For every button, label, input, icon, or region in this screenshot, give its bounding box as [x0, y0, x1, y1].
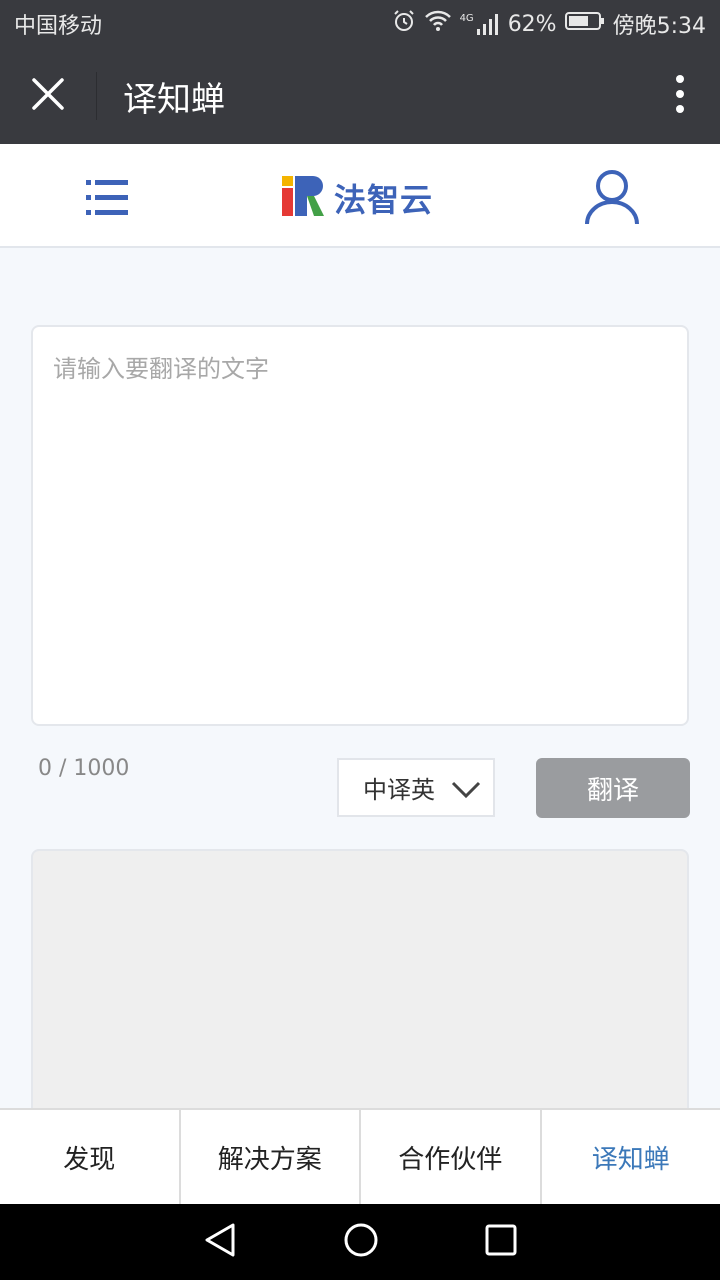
- wifi-icon: [424, 9, 452, 39]
- tab-yizhichan[interactable]: 译知蝉: [542, 1110, 720, 1204]
- close-button[interactable]: [0, 48, 96, 144]
- signal-icon: 4G: [460, 13, 500, 35]
- tab-solutions[interactable]: 解决方案: [181, 1110, 361, 1204]
- title-divider: [96, 72, 97, 120]
- home-icon[interactable]: [343, 1222, 379, 1262]
- logo-mark-icon: [280, 174, 326, 222]
- tab-partners[interactable]: 合作伙伴: [361, 1110, 542, 1204]
- list-menu-icon: [84, 180, 132, 224]
- network-type: 4G: [459, 13, 474, 24]
- language-select[interactable]: 中译英: [337, 758, 495, 817]
- more-vertical-icon: [675, 74, 685, 118]
- logo-text: 法智云: [334, 181, 434, 219]
- recent-apps-icon[interactable]: [485, 1224, 517, 1260]
- tab-discover[interactable]: 发现: [0, 1110, 181, 1204]
- user-button[interactable]: [582, 168, 642, 228]
- bottom-tab-bar: 发现 解决方案 合作伙伴 译知蝉: [0, 1108, 720, 1204]
- source-text-card: [31, 325, 689, 726]
- battery-icon: [564, 11, 605, 37]
- char-counter: 0 / 1000: [38, 756, 130, 781]
- status-icons: 4G 62% 傍晚5:34: [392, 8, 706, 40]
- translate-button[interactable]: 翻译: [536, 758, 690, 818]
- page-title: 译知蝉: [123, 79, 225, 120]
- source-text-input[interactable]: [33, 327, 687, 724]
- webview-title-bar: 译知蝉: [0, 48, 720, 144]
- clock: 傍晚5:34: [612, 14, 706, 39]
- carrier-name: 中国移动: [14, 14, 103, 39]
- close-icon: [31, 77, 65, 115]
- user-icon: [582, 170, 642, 232]
- language-select-value: 中译英: [363, 776, 435, 804]
- site-header: 法智云: [0, 144, 720, 248]
- status-bar: 中国移动 4G 62% 傍晚5:34: [0, 0, 720, 48]
- chevron-down-icon: [451, 778, 481, 806]
- alarm-icon: [392, 9, 416, 39]
- translation-output: [31, 849, 689, 1129]
- more-menu-button[interactable]: [640, 48, 720, 144]
- logo[interactable]: 法智云: [280, 174, 433, 222]
- menu-button[interactable]: [84, 176, 132, 220]
- android-nav-bar: [0, 1204, 720, 1280]
- back-icon[interactable]: [203, 1222, 237, 1262]
- battery-percent: 62%: [507, 11, 557, 37]
